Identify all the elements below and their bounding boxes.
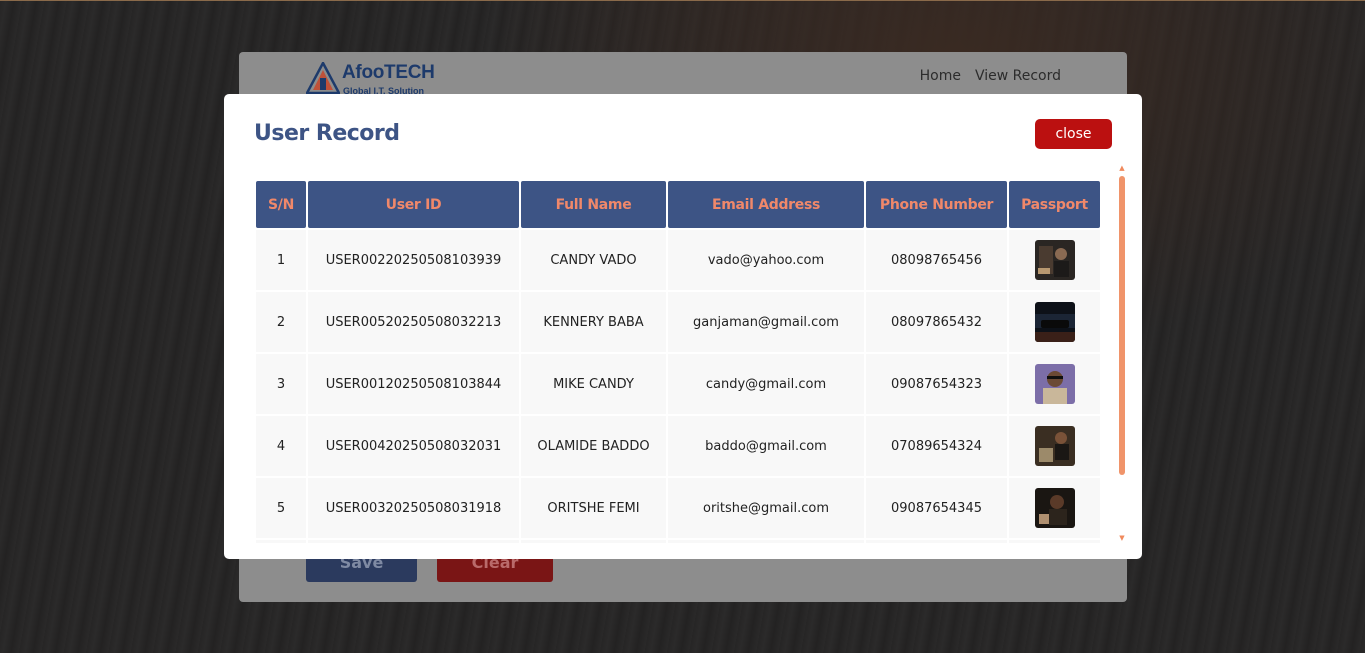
cell-phone: 07089654324 — [866, 416, 1007, 476]
column-header-user-id: User ID — [308, 181, 519, 228]
table-header-row: S/N User ID Full Name Email Address Phon… — [256, 181, 1100, 228]
cell-email: oritshe@gmail.com — [668, 478, 864, 538]
cell-email: candy@gmail.com — [668, 354, 864, 414]
cell-phone: 08097865432 — [866, 292, 1007, 352]
cell-empty — [866, 540, 1007, 543]
cell-email: ganjaman@gmail.com — [668, 292, 864, 352]
cell-empty — [668, 540, 864, 543]
cell-sn: 4 — [256, 416, 306, 476]
cell-user-id: USER00520250508032213 — [308, 292, 519, 352]
table-scrollbar[interactable]: ▲ ▼ — [1117, 164, 1127, 544]
column-header-email: Email Address — [668, 181, 864, 228]
cell-full-name: CANDY VADO — [521, 230, 666, 290]
modal-title: User Record — [254, 121, 400, 146]
cell-phone: 09087654323 — [866, 354, 1007, 414]
column-header-passport: Passport — [1009, 181, 1100, 228]
cell-user-id: USER00420250508032031 — [308, 416, 519, 476]
passport-photo-icon[interactable] — [1034, 302, 1075, 342]
records-table: S/N User ID Full Name Email Address Phon… — [254, 179, 1102, 543]
table-row: 4 USER00420250508032031 OLAMIDE BADDO ba… — [256, 416, 1100, 476]
cell-passport — [1009, 292, 1100, 352]
table-row: 1 USER00220250508103939 CANDY VADO vado@… — [256, 230, 1100, 290]
cell-empty — [521, 540, 666, 543]
cell-full-name: MIKE CANDY — [521, 354, 666, 414]
scroll-down-arrow-icon[interactable]: ▼ — [1117, 534, 1127, 542]
cell-empty — [1009, 540, 1100, 543]
top-border — [0, 0, 1365, 1]
scroll-up-arrow-icon[interactable]: ▲ — [1117, 164, 1127, 172]
cell-sn: 1 — [256, 230, 306, 290]
table-row-partial — [256, 540, 1100, 543]
top-nav: Home View Record — [920, 68, 1061, 84]
cell-user-id: USER00220250508103939 — [308, 230, 519, 290]
passport-photo-icon[interactable] — [1034, 240, 1075, 280]
cell-passport — [1009, 478, 1100, 538]
column-header-full-name: Full Name — [521, 181, 666, 228]
cell-passport — [1009, 416, 1100, 476]
cell-sn: 3 — [256, 354, 306, 414]
cell-phone: 08098765456 — [866, 230, 1007, 290]
user-record-modal: User Record close S/N User ID Full Name … — [224, 94, 1142, 559]
column-header-phone: Phone Number — [866, 181, 1007, 228]
passport-photo-icon[interactable] — [1034, 426, 1075, 466]
brand-title: AfooTECH — [342, 62, 435, 83]
logo-triangle-icon — [306, 62, 340, 94]
nav-view-record[interactable]: View Record — [975, 68, 1061, 84]
cell-full-name: OLAMIDE BADDO — [521, 416, 666, 476]
passport-photo-icon[interactable] — [1034, 488, 1075, 528]
cell-user-id: USER00120250508103844 — [308, 354, 519, 414]
nav-home[interactable]: Home — [920, 68, 961, 84]
table-row: 2 USER00520250508032213 KENNERY BABA gan… — [256, 292, 1100, 352]
cell-full-name: ORITSHE FEMI — [521, 478, 666, 538]
scrollbar-thumb[interactable] — [1119, 176, 1125, 475]
passport-photo-icon[interactable] — [1034, 364, 1075, 404]
cell-email: vado@yahoo.com — [668, 230, 864, 290]
column-header-sn: S/N — [256, 181, 306, 228]
cell-sn: 5 — [256, 478, 306, 538]
table-row: 3 USER00120250508103844 MIKE CANDY candy… — [256, 354, 1100, 414]
cell-sn: 2 — [256, 292, 306, 352]
cell-passport — [1009, 230, 1100, 290]
table-row: 5 USER00320250508031918 ORITSHE FEMI ori… — [256, 478, 1100, 538]
cell-empty — [256, 540, 306, 543]
cell-empty — [308, 540, 519, 543]
cell-phone: 09087654345 — [866, 478, 1007, 538]
cell-full-name: KENNERY BABA — [521, 292, 666, 352]
cell-user-id: USER00320250508031918 — [308, 478, 519, 538]
cell-email: baddo@gmail.com — [668, 416, 864, 476]
close-button[interactable]: close — [1035, 119, 1112, 149]
cell-passport — [1009, 354, 1100, 414]
records-table-container[interactable]: S/N User ID Full Name Email Address Phon… — [254, 179, 1102, 543]
brand-logo[interactable]: AfooTECH Global I.T. Solution — [306, 60, 446, 96]
